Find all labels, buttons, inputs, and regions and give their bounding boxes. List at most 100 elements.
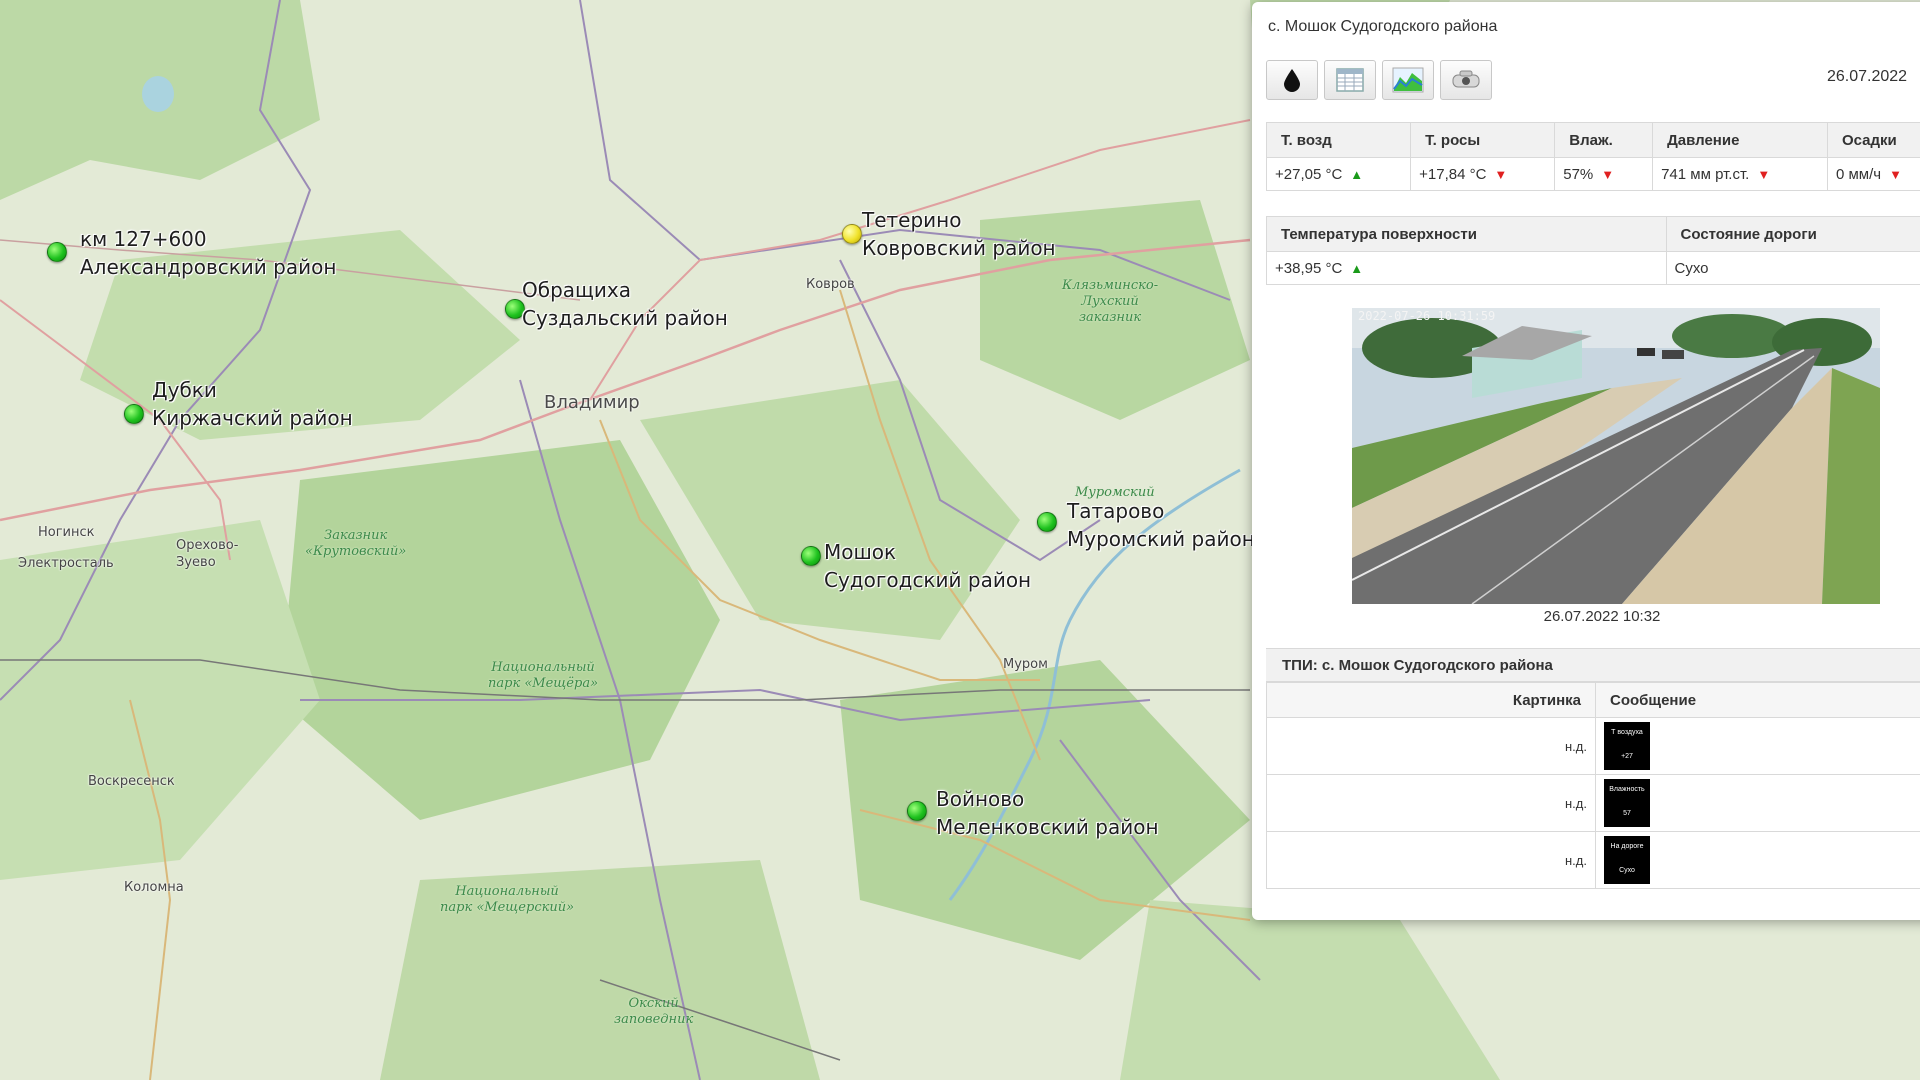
- station-name: Мошок: [824, 540, 897, 564]
- tpi-message-line: Влажность: [1609, 786, 1645, 793]
- station-district: Ковровский район: [862, 236, 1056, 260]
- trend-down-icon: ▼: [1889, 166, 1902, 182]
- tpi-row: н.д. Влажность 57: [1266, 774, 1920, 832]
- city-label: Электросталь: [18, 556, 114, 571]
- station-district: Судогодский район: [824, 568, 1032, 592]
- park-label: Национальный парк «Мещерский»: [440, 884, 575, 915]
- air-temp-cell: +27,05 °C ▲: [1265, 157, 1412, 191]
- tpi-message-image[interactable]: На дороге Сухо: [1604, 836, 1650, 884]
- air-temp-value: +27,05 °C: [1275, 165, 1343, 183]
- drop-icon[interactable]: [1266, 60, 1318, 100]
- park-label: Окский заповедник: [614, 996, 694, 1027]
- station-marker[interactable]: [124, 404, 144, 424]
- camera-image[interactable]: 2022-07-26 10:31:59: [1352, 308, 1880, 604]
- tpi-picture-cell: н.д.: [1266, 717, 1596, 775]
- station-district: Меленковский район: [936, 815, 1159, 839]
- tpi-message-line: 57: [1623, 810, 1631, 817]
- station-marker[interactable]: [842, 224, 862, 244]
- tpi-message-cell: Влажность 57: [1595, 774, 1920, 832]
- humidity-value: 57%: [1563, 165, 1594, 183]
- station-label[interactable]: Тетерино Ковровский район: [862, 206, 1056, 262]
- popup-toolbar: [1266, 60, 1492, 100]
- station-label[interactable]: км 127+600 Александровский район: [80, 225, 336, 281]
- park-label: Национальный парк «Мещёра»: [488, 660, 599, 691]
- road-state-value: Сухо: [1665, 251, 1920, 285]
- station-popup[interactable]: с. Мошок Судогодского района 26.07.2022 …: [1252, 2, 1920, 920]
- station-name: Дубки: [152, 378, 217, 402]
- dew-point-value: +17,84 °C: [1419, 165, 1487, 183]
- weather-table: Т. возд Т. росы Влаж. Давление Осадки +2…: [1265, 122, 1920, 191]
- dew-point-cell: +17,84 °C ▼: [1410, 157, 1556, 191]
- station-district: Александровский район: [80, 255, 337, 279]
- col-road-state: Состояние дороги: [1665, 216, 1920, 252]
- col-picture: Картинка: [1266, 682, 1596, 718]
- tpi-message-image[interactable]: Т воздуха +27: [1604, 722, 1650, 770]
- station-label[interactable]: Дубки Киржачский район: [152, 376, 353, 432]
- surface-temp-value: +38,95 °C: [1275, 259, 1343, 277]
- tpi-table: Картинка Сообщение н.д. Т воздуха +27 н.д…: [1266, 682, 1920, 889]
- tpi-message-line: Т воздуха: [1611, 729, 1643, 736]
- tpi-row: н.д. На дороге Сухо: [1266, 831, 1920, 889]
- station-name: Обращиха: [522, 278, 631, 302]
- popup-title: с. Мошок Судогодского района: [1268, 18, 1498, 35]
- park-label: Заказник «Крутовский»: [305, 528, 407, 559]
- station-marker[interactable]: [801, 546, 821, 566]
- table-icon[interactable]: [1324, 60, 1376, 100]
- park-label: Муромский: [1075, 485, 1155, 500]
- trend-down-icon: ▼: [1494, 166, 1508, 182]
- station-marker[interactable]: [47, 242, 67, 262]
- precipitation-value: 0 мм/ч: [1835, 165, 1882, 183]
- park-label: Клязьминско- Лухский заказник: [1062, 278, 1159, 325]
- station-label[interactable]: Обращиха Суздальский район: [522, 276, 728, 332]
- camera-icon[interactable]: [1440, 60, 1492, 100]
- col-dew-point: Т. росы: [1410, 122, 1556, 158]
- popup-date: 26.07.2022: [1827, 68, 1908, 85]
- station-district: Муромский район: [1067, 527, 1255, 551]
- tpi-row: н.д. Т воздуха +27: [1266, 717, 1920, 775]
- trend-down-icon: ▼: [1757, 166, 1771, 182]
- trend-up-icon: ▲: [1350, 166, 1364, 182]
- tpi-message-cell: На дороге Сухо: [1595, 831, 1920, 889]
- station-name: Татарово: [1067, 499, 1165, 523]
- city-label: Орехово-: [176, 538, 239, 553]
- station-district: Киржачский район: [152, 406, 353, 430]
- tpi-message-cell: Т воздуха +27: [1595, 717, 1920, 775]
- station-label[interactable]: Мошок Судогодский район: [824, 538, 1031, 594]
- city-label: Муром: [1003, 657, 1048, 672]
- city-label: Ногинск: [38, 525, 95, 540]
- pressure-value: 741 мм рт.ст.: [1661, 165, 1750, 183]
- tpi-message-image[interactable]: Влажность 57: [1604, 779, 1650, 827]
- city-label: Воскресенск: [88, 774, 175, 789]
- humidity-cell: 57% ▼: [1554, 157, 1654, 191]
- station-name: Тетерино: [862, 208, 962, 232]
- road-table: Температура поверхности Состояние дороги…: [1266, 216, 1920, 285]
- col-air-temp: Т. возд: [1265, 122, 1412, 158]
- station-label[interactable]: Татарово Муромский район: [1067, 497, 1255, 553]
- precipitation-cell: 0 мм/ч ▼: [1826, 157, 1920, 191]
- tpi-picture-cell: н.д.: [1266, 774, 1596, 832]
- trend-up-icon: ▲: [1350, 260, 1364, 276]
- col-surface-temp: Температура поверхности: [1266, 216, 1667, 252]
- station-marker[interactable]: [1037, 512, 1057, 532]
- col-message: Сообщение: [1595, 682, 1920, 718]
- col-humidity: Влаж.: [1554, 122, 1654, 158]
- col-pressure: Давление: [1652, 122, 1828, 158]
- tpi-title: ТПИ: с. Мошок Судогодского района: [1266, 648, 1920, 682]
- tpi-message-line: +27: [1621, 753, 1633, 760]
- camera-timestamp: 2022-07-26 10:31:59: [1358, 309, 1495, 323]
- surface-temp-cell: +38,95 °C ▲: [1266, 251, 1667, 285]
- camera-caption: 26.07.2022 10:32: [1543, 608, 1661, 625]
- city-label: Ковров: [806, 277, 855, 292]
- city-label: Владимир: [544, 392, 640, 413]
- station-name: Войново: [936, 787, 1025, 811]
- station-marker[interactable]: [907, 801, 927, 821]
- tpi-picture-cell: н.д.: [1266, 831, 1596, 889]
- station-district: Суздальский район: [522, 306, 728, 330]
- chart-icon[interactable]: [1382, 60, 1434, 100]
- tpi-message-line: На дороге: [1610, 843, 1644, 850]
- station-label[interactable]: Войново Меленковский район: [936, 785, 1159, 841]
- trend-down-icon: ▼: [1601, 166, 1615, 182]
- tpi-message-line: Сухо: [1619, 867, 1635, 874]
- city-label: Зуево: [176, 555, 216, 570]
- col-precipitation: Осадки: [1826, 122, 1920, 158]
